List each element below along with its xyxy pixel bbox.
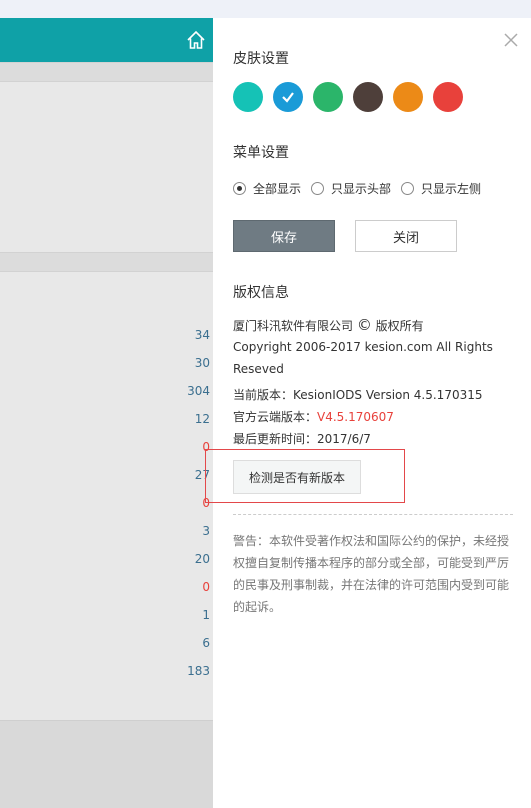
copyright-line: Copyright 2006-2017 kesion.com All Right…: [233, 340, 493, 376]
background-number: 0: [202, 440, 210, 454]
rights-reserved: 版权所有: [375, 319, 424, 333]
radio-button[interactable]: [401, 182, 415, 195]
checkmark-icon: [282, 92, 294, 103]
radio-label: 只显示头部: [331, 182, 392, 196]
background-number: 183: [187, 664, 210, 678]
menu-option-radio[interactable]: 全部显示: [233, 180, 301, 197]
background-band: [0, 62, 213, 82]
skin-swatch[interactable]: [233, 82, 263, 112]
background-number: 1: [202, 608, 210, 622]
close-button[interactable]: 关闭: [355, 220, 457, 252]
background-number: 30: [194, 356, 210, 370]
skin-settings-title: 皮肤设置: [233, 51, 289, 67]
background-number: 3: [202, 524, 210, 538]
company-name: 厦门科汛软件有限公司: [233, 319, 354, 333]
save-button[interactable]: 保存: [233, 220, 335, 252]
background-number-column: 34 30 304 12 0 27 0 3 20 0 1 6 183: [150, 326, 210, 690]
cloud-version-label: 官方云端版本：: [233, 410, 318, 424]
skin-swatch[interactable]: [433, 82, 463, 112]
background-band: [0, 252, 213, 272]
background-number: 20: [194, 552, 210, 566]
cloud-version: 官方云端版本：V4.5.170607: [233, 406, 518, 428]
menu-display-options: 全部显示 只显示头部 只显示左侧: [233, 180, 491, 197]
skin-swatch[interactable]: [313, 82, 343, 112]
skin-swatch[interactable]: [353, 82, 383, 112]
background-number: 12: [194, 412, 210, 426]
menu-settings-title: 菜单设置: [233, 145, 289, 161]
background-number: 0: [202, 496, 210, 510]
app-header: [0, 18, 213, 62]
background-number: 27: [194, 468, 210, 482]
background-number: 304: [187, 384, 210, 398]
browser-top-strip: [0, 0, 531, 18]
background-footer: [0, 720, 213, 808]
menu-option-radio[interactable]: 只显示头部: [311, 180, 391, 197]
skin-swatch[interactable]: [273, 82, 303, 112]
background-number: 34: [194, 328, 210, 342]
divider: [233, 514, 513, 515]
background-number: 6: [202, 636, 210, 650]
cloud-version-value: V4.5.170607: [317, 410, 394, 424]
menu-option-radio[interactable]: 只显示左侧: [401, 180, 481, 197]
company-info: 厦门科汛软件有限公司 © 版权所有: [233, 314, 518, 337]
last-update: 最后更新时间：2017/6/7: [233, 432, 371, 446]
radio-button[interactable]: [233, 182, 246, 195]
current-version: 当前版本：KesionIODS Version 4.5.170315: [233, 388, 483, 402]
background-number: 0: [202, 580, 210, 594]
highlight-box: [205, 449, 405, 503]
skin-swatches: [233, 82, 463, 112]
copyright-title: 版权信息: [233, 285, 289, 301]
settings-panel: 皮肤设置 菜单设置 全部显示 只显示头部 只显示左侧 保存 关闭 版权信息 厦门科汛…: [205, 18, 531, 808]
warning-text: 警告：本软件受著作权法和国际公约的保护，未经授权擅自复制传播本程序的部分或全部，…: [233, 534, 510, 614]
radio-label: 全部显示: [253, 182, 302, 196]
radio-label: 只显示左侧: [421, 182, 482, 196]
home-icon[interactable]: [186, 30, 206, 50]
close-icon[interactable]: [503, 32, 519, 48]
copyright-symbol: ©: [356, 316, 372, 334]
radio-button[interactable]: [311, 182, 325, 195]
skin-swatch[interactable]: [393, 82, 423, 112]
